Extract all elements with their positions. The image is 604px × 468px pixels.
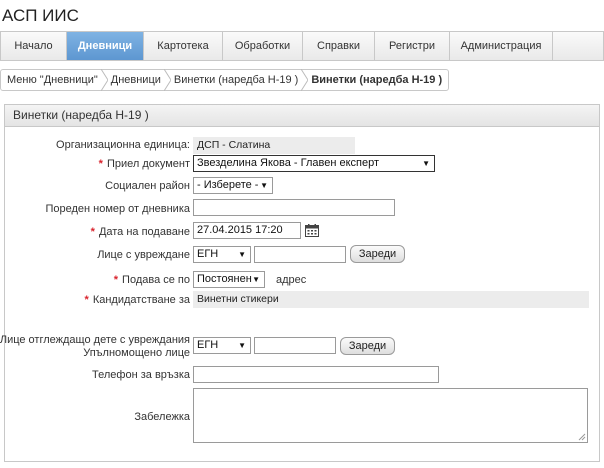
required-marker: * — [90, 226, 95, 238]
breadcrumb-separator-icon — [301, 69, 309, 91]
phone-label: Телефон за връзка — [92, 369, 190, 381]
breadcrumb-item-journals[interactable]: Дневници — [111, 74, 161, 86]
received-doc-label: * Приел документ — [98, 158, 190, 170]
address-suffix: адрес — [276, 274, 307, 286]
nav-registers[interactable]: Регистри — [375, 32, 450, 60]
nav-card-file[interactable]: Картотека — [144, 32, 223, 60]
required-marker: * — [113, 274, 119, 286]
caregiver-id-type-select[interactable]: ЕГН ▼ — [193, 337, 251, 354]
caregiver-id-input[interactable] — [254, 337, 336, 354]
chevron-down-icon: ▼ — [238, 250, 246, 259]
panel-title: Винетки (наредба Н-19 ) — [5, 105, 599, 127]
breadcrumb-item-current: Винетки (наредба Н-19 ) — [311, 74, 443, 86]
org-unit-label: Организационна единица: — [56, 139, 190, 151]
submitted-to-select[interactable]: Постоянен ▼ — [193, 271, 265, 288]
nav-home[interactable]: Начало — [1, 32, 67, 60]
applying-for-value: Винетни стикери — [193, 291, 589, 308]
nav-administration[interactable]: Администрация — [450, 32, 553, 60]
required-marker: * — [98, 158, 103, 170]
submission-date-label: * Дата на подаване — [90, 226, 190, 238]
journal-number-label: Пореден номер от дневника — [45, 203, 190, 215]
submitted-to-label: * Подава се по — [113, 274, 190, 286]
chevron-down-icon: ▼ — [238, 341, 246, 350]
phone-input[interactable] — [193, 366, 439, 383]
chevron-down-icon: ▼ — [260, 181, 268, 190]
nav-journals[interactable]: Дневници — [67, 32, 144, 60]
load-disabled-person-button[interactable]: Зареди — [350, 245, 405, 263]
chevron-down-icon: ▼ — [422, 159, 430, 168]
applying-for-label: * Кандидатстване за — [84, 294, 190, 306]
load-caregiver-button[interactable]: Зареди — [340, 337, 395, 355]
app-title: АСП ИИС — [2, 6, 79, 25]
chevron-down-icon: ▼ — [252, 275, 260, 284]
breadcrumb-separator-icon — [163, 69, 171, 91]
social-district-label: Социален район — [105, 180, 190, 192]
disabled-person-id-input[interactable] — [254, 246, 346, 263]
resize-grip-icon[interactable] — [578, 433, 586, 441]
breadcrumb-item-vignettes[interactable]: Винетки (наредба Н-19 ) — [174, 74, 298, 86]
note-label: Забележка — [134, 411, 190, 423]
social-district-select[interactable]: - Изберете - ▼ — [193, 177, 273, 194]
org-unit-value: ДСП - Слатина — [193, 137, 355, 154]
calendar-icon[interactable] — [305, 224, 319, 237]
required-marker: * — [84, 294, 89, 306]
caregiver-label: Лице отглеждащо дете с увреждания Упълном… — [0, 334, 190, 359]
journal-number-input[interactable] — [193, 199, 395, 216]
nav-processing[interactable]: Обработки — [223, 32, 303, 60]
submission-date-input[interactable]: 27.04.2015 17:20 — [193, 222, 301, 239]
disabled-person-id-type-select[interactable]: ЕГН ▼ — [193, 246, 251, 263]
received-doc-select[interactable]: Звезделина Якова - Главен експерт ▼ — [193, 155, 435, 172]
note-textarea[interactable] — [193, 388, 588, 443]
disabled-person-label: Лице с увреждане — [97, 249, 190, 261]
nav-reports[interactable]: Справки — [303, 32, 375, 60]
breadcrumb-separator-icon — [100, 69, 108, 91]
main-nav: Начало Дневници Картотека Обработки Спра… — [0, 31, 604, 61]
breadcrumb-item-journals-menu[interactable]: Меню "Дневници" — [7, 74, 98, 86]
breadcrumb: Меню "Дневници" Дневници Винетки (наредб… — [0, 69, 450, 91]
